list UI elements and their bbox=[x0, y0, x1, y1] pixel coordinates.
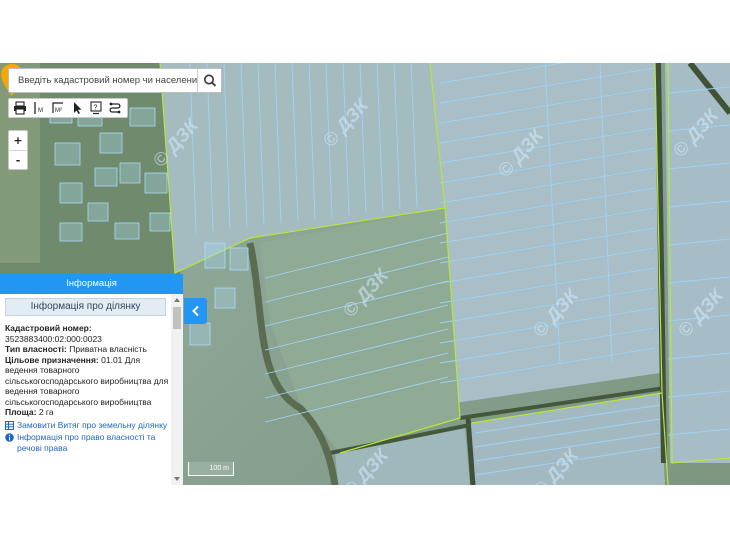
route-icon bbox=[109, 102, 121, 114]
map-toolbar: M M² ? bbox=[8, 98, 128, 118]
order-extract-link[interactable]: Замовити Витяг про земельну ділянку bbox=[5, 420, 171, 431]
route-button[interactable] bbox=[106, 99, 124, 117]
print-icon bbox=[14, 101, 26, 115]
area-value: 2 га bbox=[38, 407, 54, 417]
scroll-up-icon[interactable] bbox=[173, 296, 181, 304]
zoom-control: + - bbox=[8, 130, 28, 170]
purpose-label: Цільове призначення: bbox=[5, 354, 99, 365]
zoom-out-button[interactable]: - bbox=[9, 150, 27, 170]
ownership-value: Приватна власність bbox=[69, 344, 147, 354]
info-panel-header: Інформація bbox=[0, 274, 183, 294]
info-panel-content: Інформація про ділянку Кадастровий номер… bbox=[0, 294, 171, 485]
info-panel-body: Інформація про ділянку Кадастровий номер… bbox=[0, 294, 183, 485]
ownership-label: Тип власності: bbox=[5, 344, 67, 354]
ownership-rights-link[interactable]: Інформація про право власності та речові… bbox=[5, 432, 171, 453]
search-bar bbox=[8, 68, 222, 93]
svg-text:M: M bbox=[38, 108, 43, 114]
cadastral-number-value: 3523883400:02:000:0023 bbox=[5, 333, 102, 344]
info-panel: Інформація Інформація про ділянку Кадаст… bbox=[0, 274, 183, 485]
cadastral-number-label: Кадастровий номер: bbox=[5, 323, 92, 333]
help-icon: ? bbox=[90, 101, 102, 115]
parcel-info-title: Інформація про ділянку bbox=[5, 298, 166, 316]
map-scale: 100 m bbox=[188, 462, 234, 476]
measure-area-icon: M² bbox=[52, 102, 63, 114]
scroll-down-icon[interactable] bbox=[173, 475, 181, 483]
measure-line-button[interactable]: M bbox=[30, 99, 48, 117]
purpose-row: Цільове призначення: 01.01 Для ведення т… bbox=[5, 355, 171, 408]
info-icon bbox=[5, 433, 14, 442]
print-button[interactable] bbox=[11, 99, 29, 117]
panel-scrollbar[interactable] bbox=[171, 294, 183, 485]
measure-area-button[interactable]: M² bbox=[49, 99, 67, 117]
pointer-button[interactable] bbox=[68, 99, 86, 117]
search-input[interactable] bbox=[9, 69, 197, 92]
area-row: Площа: 2 га bbox=[5, 407, 171, 418]
table-icon bbox=[5, 420, 14, 430]
chevron-left-icon bbox=[191, 305, 199, 317]
scrollbar-thumb[interactable] bbox=[173, 307, 181, 329]
ownership-row: Тип власності: Приватна власність bbox=[5, 344, 171, 355]
collapse-panel-button[interactable] bbox=[184, 298, 207, 324]
zoom-in-button[interactable]: + bbox=[9, 131, 27, 150]
search-button[interactable] bbox=[197, 69, 221, 92]
search-icon bbox=[204, 74, 217, 87]
svg-text:?: ? bbox=[94, 105, 98, 112]
help-button[interactable]: ? bbox=[87, 99, 105, 117]
svg-text:M²: M² bbox=[55, 108, 62, 114]
area-label: Площа: bbox=[5, 407, 37, 417]
measure-line-icon: M bbox=[34, 102, 43, 114]
pointer-icon bbox=[74, 102, 82, 114]
